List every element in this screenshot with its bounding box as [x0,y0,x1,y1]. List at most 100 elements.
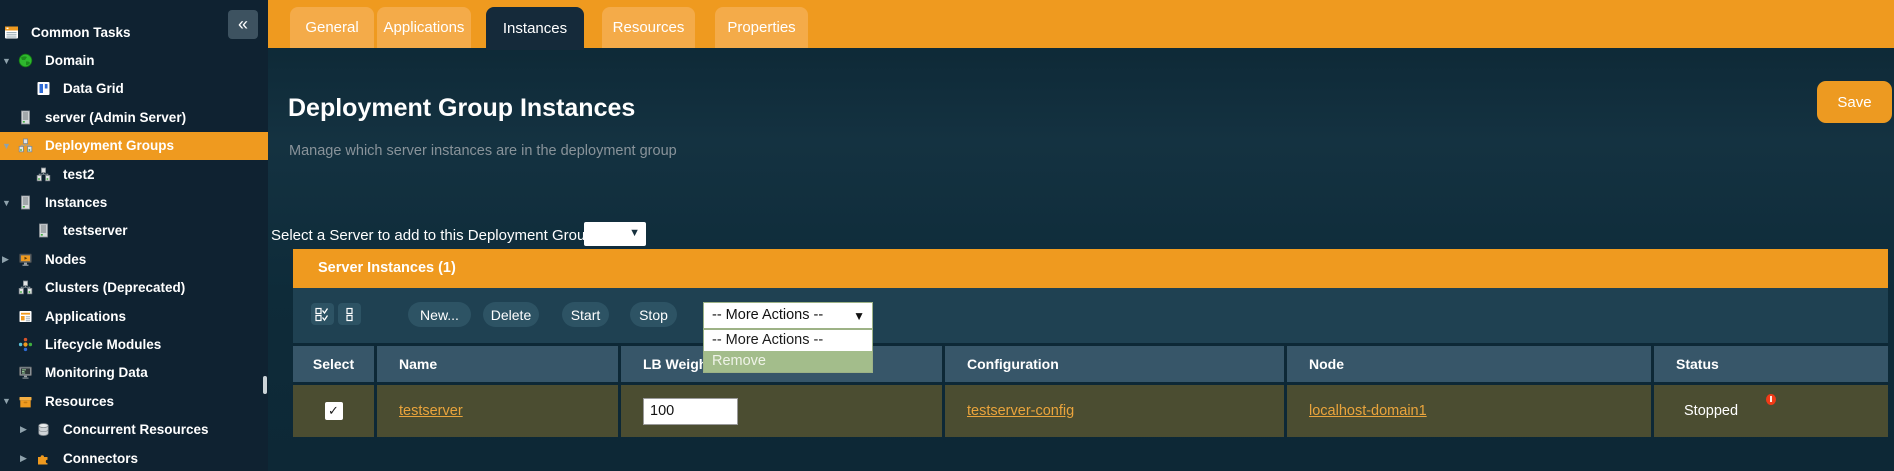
page-subtitle: Manage which server instances are in the… [289,143,677,159]
expanded-arrow-icon[interactable]: ▼ [2,396,18,406]
sidebar-item-monitoring-data[interactable]: Monitoring Data [0,359,268,387]
select-all-button[interactable] [311,303,334,325]
tab-bar: General Applications Instances Resources… [268,0,1894,48]
select-all-icon [314,306,331,322]
sidebar-item-label: Resources [45,394,114,409]
sidebar-item-data-grid[interactable]: Data Grid [0,75,268,103]
node-link[interactable]: localhost-domain1 [1309,403,1427,419]
common-tasks-icon [4,25,19,40]
deselect-all-icon [341,306,358,322]
sidebar-collapse-button[interactable]: « [228,10,258,39]
deselect-all-button[interactable] [338,303,361,325]
cluster-icon [18,280,33,295]
more-actions-dropdown: -- More Actions -- Remove [703,329,873,373]
more-actions-select[interactable]: -- More Actions -- ▼ [703,302,873,329]
column-header-configuration: Configuration [945,346,1284,382]
status-text: Stopped [1654,403,1738,419]
column-header-name: Name [377,346,618,382]
nodes-icon [18,252,33,267]
collapsed-arrow-icon[interactable]: ▶ [20,453,36,464]
sidebar-item-lifecycle-modules[interactable]: Lifecycle Modules [0,330,268,358]
resources-box-icon [18,394,33,409]
chevron-down-icon: ▼ [853,304,865,329]
domain-globe-icon [18,53,33,68]
status-error-icon [1766,394,1776,405]
expanded-arrow-icon[interactable]: ▼ [2,198,18,208]
sidebar-item-label: server (Admin Server) [45,110,186,125]
delete-button[interactable]: Delete [483,302,539,327]
expanded-arrow-icon[interactable]: ▼ [2,141,18,151]
more-actions-value: -- More Actions -- [712,307,823,323]
tab-properties[interactable]: Properties [715,7,808,48]
sidebar: Common Tasks ▼ Domain Data Grid server (Admi… [0,0,268,471]
applications-icon [18,309,33,324]
panel-title: Server Instances (1) [293,249,1888,288]
server-icon [36,223,51,238]
row-select-checkbox[interactable]: ✓ [325,402,343,420]
sidebar-item-applications[interactable]: Applications [0,302,268,330]
tab-resources[interactable]: Resources [602,7,695,48]
deployment-group-icon [36,167,51,182]
sidebar-item-label: Nodes [45,252,86,267]
expanded-arrow-icon[interactable]: ▼ [2,56,18,66]
column-header-status: Status [1654,346,1888,382]
sidebar-item-resources[interactable]: ▼ Resources [0,387,268,415]
start-button[interactable]: Start [562,302,609,327]
server-icon [18,195,33,210]
sidebar-item-label: Clusters (Deprecated) [45,280,185,295]
tab-applications[interactable]: Applications [377,7,471,48]
sidebar-item-server-admin-server[interactable]: server (Admin Server) [0,103,268,131]
sidebar-item-label: Data Grid [63,81,124,96]
page-title: Deployment Group Instances [288,93,635,123]
more-actions-option-remove[interactable]: Remove [704,351,872,372]
sidebar-item-label: test2 [63,167,95,182]
sidebar-item-label: Lifecycle Modules [45,337,161,352]
sidebar-item-instances[interactable]: ▼ Instances [0,188,268,216]
monitoring-data-icon [18,365,33,380]
collapsed-arrow-icon[interactable]: ▶ [2,254,18,265]
data-grid-icon [36,81,51,96]
new-button[interactable]: New... [408,302,471,327]
main-content: General Applications Instances Resources… [268,0,1894,471]
table-header-row: Select Name LB Weight Configuration Node… [293,343,1888,382]
instance-name-link[interactable]: testserver [399,403,463,419]
sidebar-item-label: testserver [63,223,128,238]
configuration-link[interactable]: testserver-config [967,403,1074,419]
lb-weight-input[interactable] [643,398,738,425]
sidebar-item-label: Concurrent Resources [63,422,209,437]
concurrent-resources-icon [36,422,51,437]
server-instances-panel: Server Instances (1) New... Del [293,249,1888,437]
sidebar-item-label: Applications [45,309,126,324]
sidebar-item-testserver[interactable]: testserver [0,217,268,245]
add-server-label: Select a Server to add to this Deploymen… [271,227,598,244]
column-header-node: Node [1287,346,1651,382]
sidebar-item-label: Domain [45,53,95,68]
tab-instances[interactable]: Instances [486,7,584,50]
stop-button[interactable]: Stop [630,302,677,327]
sidebar-item-deployment-groups[interactable]: ▼ Deployment Groups [0,132,268,160]
save-button[interactable]: Save [1817,81,1892,123]
deployment-group-icon [18,138,33,153]
server-icon [18,110,33,125]
sidebar-item-test2[interactable]: test2 [0,160,268,188]
sidebar-item-label: Connectors [63,451,138,466]
add-server-select[interactable]: ▼ [584,222,646,246]
sidebar-item-label: Common Tasks [31,25,131,40]
sidebar-item-label: Monitoring Data [45,365,148,380]
admin-console: Common Tasks ▼ Domain Data Grid server (Admi… [0,0,1894,471]
collapsed-arrow-icon[interactable]: ▶ [20,424,36,435]
sidebar-item-concurrent-resources[interactable]: ▶ Concurrent Resources [0,415,268,443]
column-header-select: Select [293,346,374,382]
table-toolbar: New... Delete Start Stop -- More Actions… [293,288,1888,343]
sidebar-item-nodes[interactable]: ▶ Nodes [0,245,268,273]
sidebar-item-connectors[interactable]: ▶ Connectors [0,444,268,471]
more-actions-option-default[interactable]: -- More Actions -- [704,330,872,351]
sidebar-scrollbar-thumb[interactable] [263,376,267,394]
sidebar-item-domain[interactable]: ▼ Domain [0,46,268,74]
lifecycle-modules-icon [18,337,33,352]
sidebar-item-clusters-deprecated[interactable]: Clusters (Deprecated) [0,274,268,302]
sidebar-item-label: Deployment Groups [45,138,174,153]
sidebar-item-label: Instances [45,195,107,210]
table-row: ✓ testserver testserver-config localhost… [293,382,1888,437]
tab-general[interactable]: General [290,7,374,48]
